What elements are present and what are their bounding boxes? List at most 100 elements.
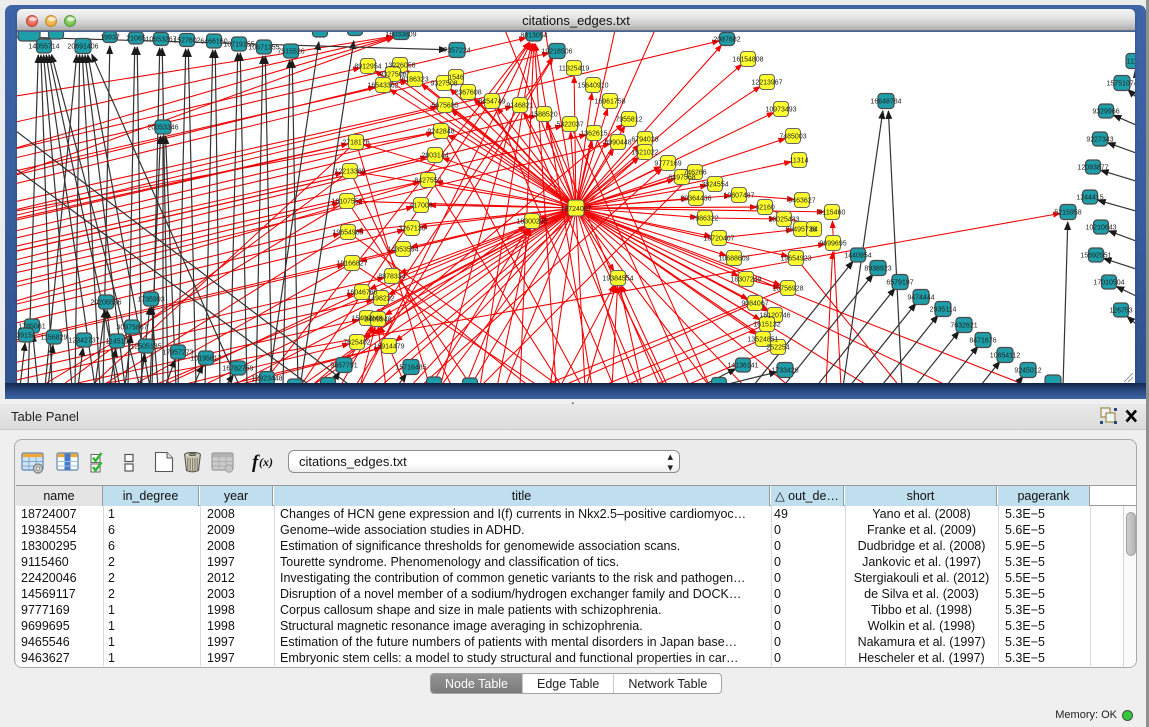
svg-text:8912954: 8912954 — [354, 64, 381, 71]
svg-text:19937: 19937 — [100, 35, 120, 42]
svg-text:16154808: 16154808 — [732, 57, 763, 64]
svg-text:14136141: 14136141 — [727, 363, 758, 370]
svg-text:15692951: 15692951 — [1080, 253, 1111, 260]
svg-text:12505135: 12505135 — [130, 344, 161, 351]
svg-text:13226058: 13226058 — [384, 63, 415, 70]
svg-text:9463627: 9463627 — [788, 198, 815, 205]
svg-text:9242848: 9242848 — [427, 129, 454, 136]
svg-text:7515526: 7515526 — [277, 49, 304, 56]
svg-text:1785061: 1785061 — [18, 324, 45, 331]
svg-text:1498222: 1498222 — [367, 296, 394, 303]
svg-text:19166827: 19166827 — [336, 261, 367, 268]
svg-text:252254: 252254 — [766, 345, 789, 352]
svg-text:114519: 114519 — [106, 339, 129, 346]
svg-text:30975867: 30975867 — [116, 325, 147, 332]
svg-text:126753: 126753 — [1109, 308, 1132, 315]
svg-text:1112: 1112 — [1127, 59, 1135, 66]
svg-text:8938923: 8938923 — [864, 266, 891, 273]
svg-text:2087682: 2087682 — [713, 37, 740, 44]
svg-text:10973493: 10973493 — [765, 107, 796, 114]
svg-text:16914479: 16914479 — [373, 344, 404, 351]
svg-text:18724007: 18724007 — [560, 206, 591, 213]
svg-text:17010504: 17010504 — [1093, 280, 1124, 287]
svg-text:21065: 21065 — [126, 36, 146, 43]
svg-text:1546: 1546 — [448, 75, 464, 82]
svg-text:9245012: 9245012 — [1014, 368, 1041, 375]
svg-text:5675685: 5675685 — [431, 103, 458, 110]
svg-text:20364436: 20364436 — [680, 196, 711, 203]
svg-text:3824554: 3824554 — [701, 182, 728, 189]
svg-text:9084067: 9084067 — [741, 301, 768, 308]
svg-text:6579197: 6579197 — [886, 280, 913, 287]
svg-text:7485003: 7485003 — [779, 134, 806, 141]
svg-text:1244415: 1244415 — [1076, 195, 1103, 202]
svg-text:10025433: 10025433 — [768, 217, 799, 224]
svg-text:9329966: 9329966 — [1092, 109, 1119, 116]
svg-text:11325419: 11325419 — [559, 66, 590, 73]
svg-text:8813054: 8813054 — [520, 33, 547, 40]
svg-text:8454749: 8454749 — [478, 99, 505, 106]
svg-text:746266: 746266 — [683, 170, 706, 177]
svg-text:8186323: 8186323 — [401, 77, 428, 84]
svg-text:62160: 62160 — [755, 205, 775, 212]
svg-text:11314: 11314 — [790, 158, 809, 165]
svg-text:8427552: 8427552 — [414, 178, 441, 185]
svg-text:20206536: 20206536 — [90, 300, 121, 307]
svg-text:16782759: 16782759 — [222, 366, 253, 373]
svg-text:7625402: 7625402 — [343, 340, 370, 347]
svg-text:10807487: 10807487 — [723, 193, 754, 200]
svg-text:7986322: 7986322 — [691, 216, 718, 223]
svg-text:16961758: 16961758 — [594, 99, 625, 106]
svg-text:5322037: 5322037 — [556, 122, 583, 129]
svg-text:19654985: 19654985 — [332, 230, 363, 237]
svg-text:1621022: 1621022 — [631, 150, 658, 157]
svg-text:1615132: 1615132 — [753, 322, 780, 329]
svg-text:19218506: 19218506 — [541, 49, 572, 56]
svg-text:19654923: 19654923 — [780, 256, 811, 263]
svg-text:7632621: 7632621 — [950, 323, 977, 330]
svg-text:12213967: 12213967 — [751, 80, 782, 87]
svg-text:12213369: 12213369 — [334, 169, 365, 176]
svg-text:17957273: 17957273 — [162, 350, 193, 357]
svg-text:15720407: 15720407 — [703, 236, 734, 243]
svg-text:1735993: 1735993 — [137, 297, 164, 304]
svg-text:9115460: 9115460 — [819, 210, 846, 217]
svg-text:9777169: 9777169 — [654, 161, 681, 168]
svg-text:15716485: 15716485 — [395, 365, 426, 372]
svg-text:18307249: 18307249 — [730, 277, 761, 284]
svg-text:14055714: 14055714 — [28, 44, 59, 51]
svg-text:64: 64 — [810, 227, 818, 234]
svg-text:20691406: 20691406 — [67, 44, 98, 51]
svg-text:9327508: 9327508 — [430, 81, 457, 88]
svg-text:16120746: 16120746 — [759, 313, 790, 320]
svg-text:1156829: 1156829 — [41, 335, 68, 342]
svg-text:12923448: 12923448 — [251, 376, 282, 383]
svg-text:2367608: 2367608 — [454, 90, 481, 97]
svg-text:16107552: 16107552 — [331, 199, 362, 206]
svg-text:7357224: 7357224 — [443, 48, 470, 55]
svg-text:8990448: 8990448 — [604, 140, 631, 147]
svg-text:9146821: 9146821 — [506, 103, 533, 110]
svg-text:20053346: 20053346 — [147, 125, 178, 132]
svg-text:417006: 417006 — [409, 203, 432, 210]
svg-text:15751074: 15751074 — [1106, 81, 1135, 88]
svg-text:14353594: 14353594 — [387, 247, 418, 254]
svg-text:10671355: 10671355 — [248, 45, 279, 52]
svg-text:10210643: 10210643 — [1085, 225, 1116, 232]
svg-text:2935114: 2935114 — [930, 307, 957, 314]
svg-text:1362615: 1362615 — [580, 131, 607, 138]
svg-text:12342737: 12342737 — [68, 338, 99, 345]
svg-text:3267130: 3267130 — [398, 226, 425, 233]
svg-text:39154: 39154 — [17, 333, 36, 340]
svg-text:16033809: 16033809 — [385, 32, 416, 39]
svg-text:10653267: 10653267 — [145, 37, 176, 44]
svg-text:10654112: 10654112 — [990, 353, 1021, 360]
svg-text:18300295: 18300295 — [516, 219, 547, 226]
svg-text:16648784: 16648784 — [870, 99, 901, 106]
svg-text:8878334: 8878334 — [378, 274, 405, 281]
svg-text:(x): (x) — [259, 455, 273, 469]
svg-text:6794028: 6794028 — [631, 137, 658, 144]
svg-text:1588520: 1588520 — [530, 112, 557, 119]
svg-text:8471676: 8471676 — [969, 338, 996, 345]
svg-text:12093877: 12093877 — [1077, 165, 1108, 172]
